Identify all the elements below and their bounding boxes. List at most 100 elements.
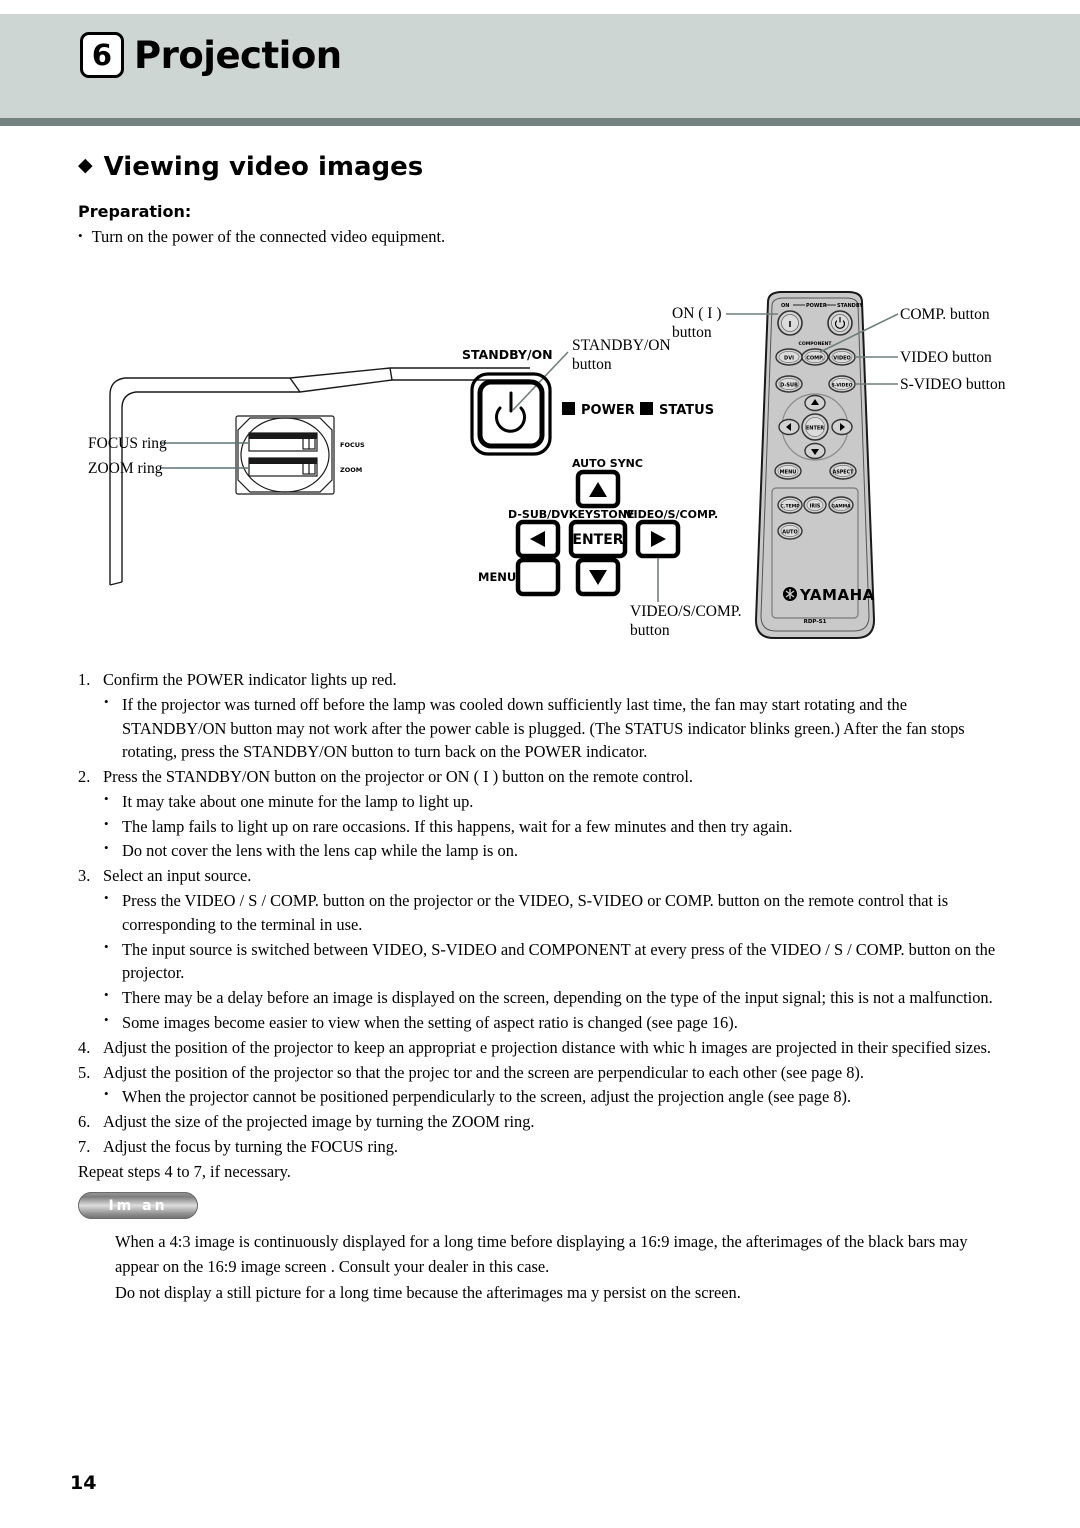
video-callout-line1: VIDEO/S/COMP. <box>630 603 742 620</box>
remote-video-label: VIDEO <box>833 356 851 362</box>
remote-svideo-label: S-VIDEO <box>831 383 852 389</box>
step-sub-bullet: • When the projector cannot be positioned… <box>104 1085 1008 1109</box>
note-paragraph: When a 4:3 image is continuously display… <box>115 1232 968 1276</box>
step-number: 3. <box>78 866 91 886</box>
step-sub-bullet: • The lamp fails to light up on rare occa… <box>104 815 1008 839</box>
note-paragraph: Do not display a still picture for a lon… <box>115 1283 741 1303</box>
d-sub-dvi-left-button <box>515 519 561 559</box>
instruction-step: 5. Adjust the position of the projector s… <box>78 1061 1008 1085</box>
video-button-callout-label: VIDEO button <box>900 349 992 366</box>
remote-ctemp-label: C.TEMP <box>780 504 800 510</box>
remote-model-label: RDP-S1 <box>804 619 827 625</box>
bullet-icon: • <box>104 790 109 806</box>
step-text: Adjust the focus by turning the FOCUS ri… <box>103 1136 399 1156</box>
remote-standby-label: STANDBY <box>837 303 863 309</box>
lens-focus-label: FOCUS <box>340 441 365 449</box>
remote-on-label: ON <box>781 303 789 309</box>
remote-on-button-label: I <box>789 320 792 329</box>
instruction-step: 1. Confirm the POWER indicator lights up … <box>78 668 1008 692</box>
step-number: 2. <box>78 767 91 787</box>
power-indicator-square <box>562 402 575 415</box>
instruction-step: 3. Select an input source. <box>78 864 1008 888</box>
instruction-step: 4. Adjust the position of the projector t… <box>78 1036 1008 1060</box>
video-callout-line2: button <box>630 622 670 639</box>
d-sub-dvi-label: D-SUB/DVI <box>508 508 573 521</box>
enter-button: ENTER <box>568 519 628 559</box>
page-number: 14 <box>70 1472 97 1494</box>
step-sub-text: When the projector cannot be positioned … <box>122 1087 852 1107</box>
bullet-icon: • <box>104 1011 109 1027</box>
step-sub-bullet: • Press the VIDEO / S / COMP. button on t… <box>104 889 1008 937</box>
bullet-icon: • <box>104 815 109 831</box>
auto-sync-up-button <box>575 469 621 509</box>
standby-on-panel-label: STANDBY/ON <box>462 347 553 362</box>
document-page: 6 Projection ◆ Viewing video images Prep… <box>0 0 1080 1528</box>
chapter-number-badge: 6 <box>80 32 124 78</box>
remote-control-illustration: ON POWER STANDBY I COMPONENT DVI COMP. V… <box>754 291 876 639</box>
step-text: Select an input source. <box>103 866 252 886</box>
step-number: 7. <box>78 1136 91 1156</box>
step-sub-bullet: • If the projector was turned off before … <box>104 693 1008 764</box>
repeat-steps-line: Repeat steps 4 to 7, if necessary. <box>78 1161 291 1181</box>
step-text: Confirm the POWER indicator lights up re… <box>103 670 397 689</box>
enter-label: ENTER <box>572 532 623 548</box>
svideo-button-callout-label: S-VIDEO button <box>900 376 1006 393</box>
status-indicator-label: STATUS <box>659 403 714 418</box>
step-number: 4. <box>78 1037 91 1057</box>
chapter-title: Projection <box>134 33 342 77</box>
step-sub-bullet: • Some images become easier to view when … <box>104 1011 1008 1035</box>
bullet-icon: • <box>104 890 109 906</box>
step-sub-bullet: • There may be a delay before an image is… <box>104 986 1008 1010</box>
bullet-icon: • <box>104 840 109 856</box>
video-s-comp-right-button <box>635 519 681 559</box>
lens-zoom-label: ZOOM <box>340 466 362 474</box>
down-arrow-button <box>575 557 621 597</box>
power-indicator-label: POWER <box>581 403 635 418</box>
diamond-bullet-icon: ◆ <box>78 153 93 176</box>
step-sub-text: If the projector was turned off before t… <box>122 694 965 762</box>
step-number: 5. <box>78 1062 91 1082</box>
status-indicator-square <box>640 402 653 415</box>
remote-power-label: POWER <box>806 303 827 309</box>
step-sub-bullet: • Do not cover the lens with the lens cap… <box>104 839 1008 863</box>
step-sub-text: Do not cover the lens with the lens cap … <box>122 841 519 861</box>
standby-on-callout-line1: STANDBY/ON <box>572 337 671 354</box>
step-text: Press the STANDBY/ON button on the proje… <box>103 767 694 787</box>
bullet-icon: • <box>104 987 109 1003</box>
menu-button <box>515 557 561 597</box>
yamaha-brand-label: YAMAHA <box>799 586 875 604</box>
video-s-comp-label: VIDEO/S/COMP. <box>625 508 718 521</box>
bullet-icon: • <box>104 938 109 954</box>
step-sub-text: There may be a delay before an image is … <box>122 988 993 1008</box>
step-sub-bullet: • The input source is switched between VI… <box>104 938 1008 986</box>
projector-illustration <box>109 367 530 586</box>
remote-auto-label: AUTO <box>782 530 797 536</box>
chapter-heading: 6 Projection <box>80 32 342 78</box>
instruction-step: 6. Adjust the size of the projected image… <box>78 1110 1008 1134</box>
bullet-icon: • <box>78 228 83 243</box>
preparation-heading: Preparation: <box>78 202 192 221</box>
step-sub-bullet: • It may take about one minute for the la… <box>104 790 1008 814</box>
step-number: 6. <box>78 1112 91 1132</box>
comp-button-callout-label: COMP. button <box>900 306 990 323</box>
auto-sync-label: AUTO SYNC <box>572 457 643 470</box>
preparation-bullet-text: Turn on the power of the connected video… <box>91 227 446 246</box>
step-text: Adjust the position of the projector so … <box>103 1062 864 1082</box>
projector-lens-detail <box>235 415 335 495</box>
note-badge: Im an <box>78 1192 198 1219</box>
video-s-comp-callout: VIDEO/S/COMP. button <box>630 558 742 639</box>
remote-dvi-label: DVI <box>784 356 794 362</box>
step-text: Adjust the size of the projected image b… <box>103 1112 535 1132</box>
instruction-steps-list: 1. Confirm the POWER indicator lights up … <box>78 668 1008 1183</box>
bullet-icon: • <box>104 693 109 709</box>
remote-enter-label: ENTER <box>806 426 824 432</box>
on-button-callout: ON ( I ) button <box>672 305 778 341</box>
section-title: Viewing video images <box>103 152 424 182</box>
svideo-button-callout: S-VIDEO button <box>856 376 1006 393</box>
remote-iris-label: IRIS <box>810 504 821 510</box>
remote-gamma-label: GAMMA <box>831 504 851 510</box>
remote-menu-label: MENU <box>780 470 797 476</box>
standby-on-button <box>470 372 552 456</box>
section-heading: ◆ Viewing video images <box>78 152 423 182</box>
step-sub-text: Some images become easier to view when t… <box>122 1012 738 1032</box>
